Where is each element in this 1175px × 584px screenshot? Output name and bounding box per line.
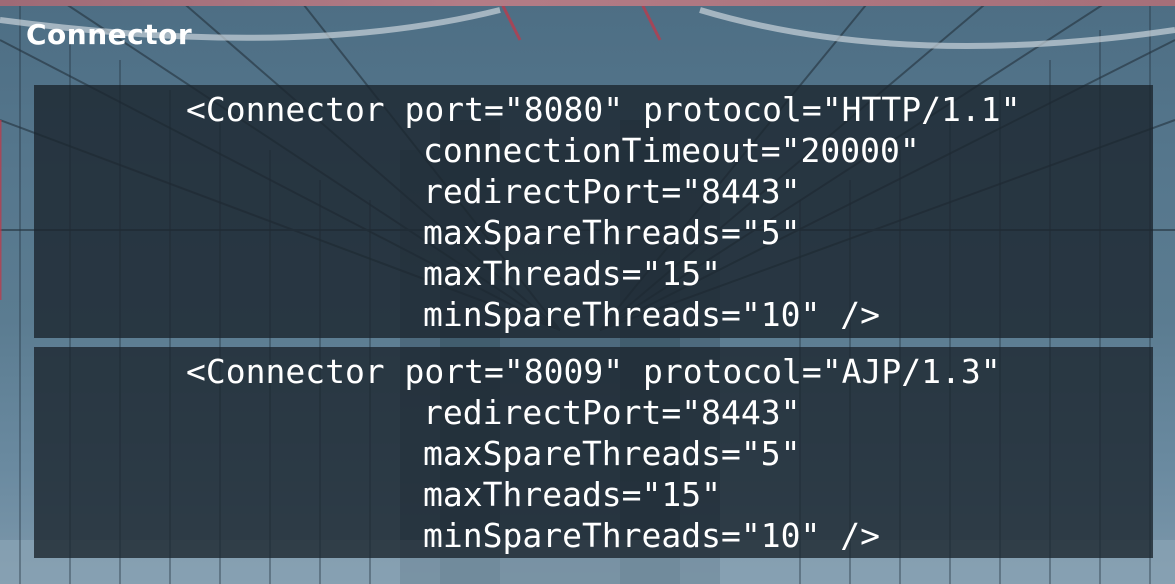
code-block-http-connector: <Connector port="8080" protocol="HTTP/1.… [34, 85, 1153, 338]
code-line: connectionTimeout="20000" [423, 131, 920, 170]
code-line: maxThreads="15" [423, 254, 722, 293]
code-line: minSpareThreads="10" /> [423, 516, 880, 555]
code-line: maxSpareThreads="5" [423, 213, 801, 252]
code-line: <Connector port="8009" protocol="AJP/1.3… [186, 352, 1001, 391]
code-line: redirectPort="8443" [423, 172, 801, 211]
top-accent-strip [0, 0, 1175, 6]
slide-title: Connector [26, 18, 193, 51]
slide: Connector <Connector port="8080" protoco… [0, 0, 1175, 584]
code-line: maxSpareThreads="5" [423, 434, 801, 473]
code-line: redirectPort="8443" [423, 393, 801, 432]
code-block-ajp-connector: <Connector port="8009" protocol="AJP/1.3… [34, 347, 1153, 558]
code-line: <Connector port="8080" protocol="HTTP/1.… [186, 90, 1021, 129]
code-line: maxThreads="15" [423, 475, 722, 514]
code-line: minSpareThreads="10" /> [423, 295, 880, 334]
